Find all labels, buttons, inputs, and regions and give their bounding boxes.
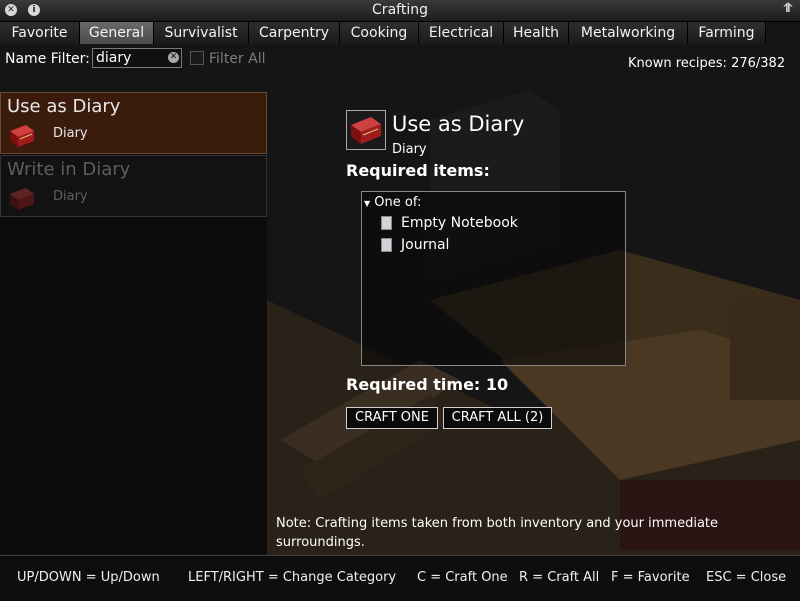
tab-survivalist[interactable]: Survivalist	[154, 22, 249, 44]
journal-icon	[381, 238, 392, 252]
recipe-list: Use as Diary Diary Write in Diary Diary	[0, 92, 267, 554]
tab-cooking[interactable]: Cooking	[340, 22, 419, 44]
keyboard-hints-bar: UP/DOWN = Up/Down LEFT/RIGHT = Change Ca…	[0, 555, 800, 601]
clear-filter-icon[interactable]: ✕	[168, 52, 179, 63]
hint-change-category: LEFT/RIGHT = Change Category	[188, 570, 397, 585]
tab-metalworking[interactable]: Metalworking	[569, 22, 688, 44]
required-time: Required time: 10	[346, 375, 509, 394]
craft-all-button[interactable]: CRAFT ALL (2)	[443, 407, 552, 429]
recipe-subtitle: Diary	[53, 189, 88, 204]
tab-general[interactable]: General	[80, 22, 154, 44]
recipe-title: Use as Diary	[7, 96, 121, 117]
recipe-detail-subtitle: Diary	[392, 142, 427, 157]
one-of-group: ▼ One of:	[364, 195, 421, 210]
diary-book-icon	[351, 117, 381, 144]
crafting-note: Note: Crafting items taken from both inv…	[276, 516, 719, 550]
tab-electrical[interactable]: Electrical	[419, 22, 504, 44]
tab-favorite[interactable]: Favorite	[0, 22, 80, 44]
filter-all-checkbox[interactable]	[190, 51, 204, 65]
recipe-result-icon	[346, 110, 386, 150]
hint-close: ESC = Close	[706, 570, 787, 585]
tab-carpentry[interactable]: Carpentry	[249, 22, 340, 44]
known-recipes-counter: Known recipes: 276/382	[628, 56, 785, 71]
craft-one-button[interactable]: CRAFT ONE	[346, 407, 438, 429]
required-item: Empty Notebook	[401, 215, 518, 231]
hint-up-down: UP/DOWN = Up/Down	[17, 570, 160, 585]
hint-craft-all: R = Craft All	[519, 570, 600, 585]
triangle-down-icon: ▼	[364, 199, 371, 208]
category-tabs: Favorite General Survivalist Carpentry C…	[0, 22, 800, 44]
collapse-icon[interactable]: ⥣	[782, 2, 794, 14]
one-of-label: One of:	[374, 195, 422, 210]
hint-craft-one: C = Craft One	[417, 570, 508, 585]
title-bar: ✕ i Crafting ⥣	[0, 0, 800, 22]
hint-favorite: F = Favorite	[611, 570, 690, 585]
recipe-title: Write in Diary	[7, 159, 131, 180]
name-filter-label: Name Filter:	[5, 51, 90, 67]
tab-health[interactable]: Health	[504, 22, 569, 44]
known-recipes-value: 276/382	[731, 56, 786, 71]
recipe-item-write-in-diary[interactable]: Write in Diary Diary	[0, 155, 267, 217]
required-items-label: Required items:	[346, 161, 490, 180]
window-title: Crafting	[372, 2, 428, 18]
notebook-icon	[381, 216, 392, 230]
recipe-subtitle: Diary	[53, 126, 88, 141]
required-item: Journal	[401, 237, 450, 253]
recipe-item-use-as-diary[interactable]: Use as Diary Diary	[0, 92, 267, 154]
known-recipes-label: Known recipes:	[628, 56, 727, 71]
tab-farming[interactable]: Farming	[688, 22, 766, 44]
recipe-detail-title: Use as Diary	[392, 112, 525, 136]
diary-book-icon	[10, 188, 34, 210]
filter-all-label: Filter All	[209, 51, 266, 67]
diary-book-icon	[10, 125, 34, 147]
